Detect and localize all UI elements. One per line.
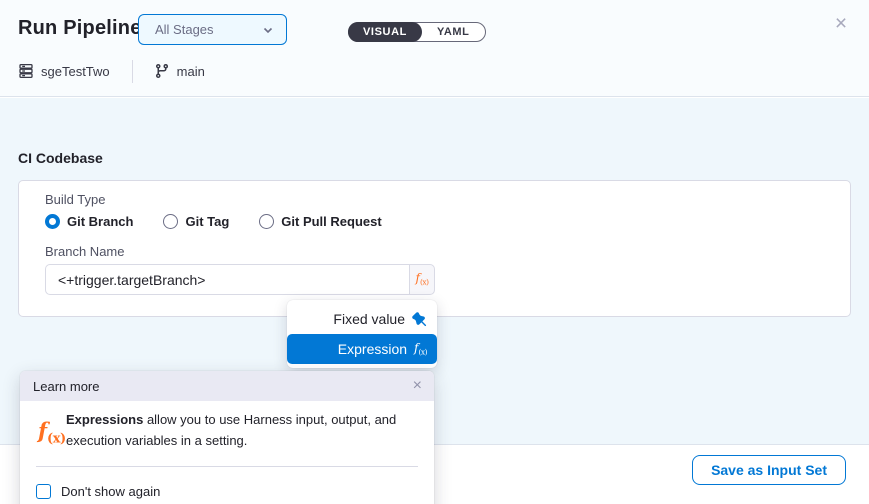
chevron-down-icon [262,24,274,36]
pipeline-context: sgeTestTwo main [18,58,205,84]
repo-name: sgeTestTwo [41,64,110,79]
dont-show-again-checkbox[interactable] [36,484,51,499]
page-title: Run Pipeline [18,17,142,40]
menu-item-label: Fixed value [333,311,405,327]
expressions-bold: Expressions [66,412,143,427]
tab-visual[interactable]: VISUAL [348,22,422,42]
divider [132,60,133,83]
save-as-input-set-button[interactable]: Save as Input Set [692,455,846,485]
fx-icon: f(x) [414,342,427,356]
learn-more-popover: Learn more × f(x) Expressions allow you … [20,371,434,504]
close-icon[interactable]: × [829,12,853,36]
close-icon[interactable]: × [413,378,422,394]
branch-name-input[interactable] [45,264,409,295]
popover-description: Expressions allow you to use Harness inp… [66,410,420,452]
divider [36,466,418,467]
radio-icon [259,214,274,229]
visual-yaml-toggle: VISUAL YAML [348,22,486,42]
radio-label: Git Branch [67,214,133,229]
modal-header: Run Pipeline All Stages VISUAL YAML × sg… [0,0,869,97]
radio-icon [45,214,60,229]
stage-selector[interactable]: All Stages [138,14,287,45]
tab-yaml[interactable]: YAML [422,23,485,41]
value-type-fx-button[interactable]: f(x) [409,264,435,295]
branch-name-field: f(x) [45,264,435,295]
ci-codebase-heading: CI Codebase [18,150,103,166]
pin-icon [412,312,427,327]
radio-git-branch[interactable]: Git Branch [45,214,133,229]
menu-item-label: Expression [338,341,407,357]
popover-title: Learn more [33,379,99,394]
build-type-radio-group: Git Branch Git Tag Git Pull Request [45,214,382,229]
popover-header: Learn more × [20,371,434,401]
fx-icon: f(x) [416,272,429,286]
fx-icon: f(x) [38,420,66,446]
branch-name-label: Branch Name [45,244,124,259]
radio-label: Git Pull Request [281,214,381,229]
build-type-label: Build Type [45,192,105,207]
codebase-card: Build Type Git Branch Git Tag Git Pull R… [18,180,851,317]
menu-item-fixed-value[interactable]: Fixed value [287,304,437,334]
radio-icon [163,214,178,229]
repository-icon [18,63,34,79]
radio-label: Git Tag [185,214,229,229]
stage-selector-value: All Stages [155,22,214,37]
radio-git-pull-request[interactable]: Git Pull Request [259,214,381,229]
menu-item-expression[interactable]: Expression f(x) [287,334,437,364]
value-type-menu: Fixed value Expression f(x) [287,300,437,368]
run-pipeline-modal: Run Pipeline All Stages VISUAL YAML × sg… [0,0,869,504]
dont-show-again-row: Don't show again [36,484,160,499]
git-branch-icon [154,63,170,79]
radio-git-tag[interactable]: Git Tag [163,214,229,229]
branch-name: main [177,64,205,79]
checkbox-label: Don't show again [61,484,160,499]
